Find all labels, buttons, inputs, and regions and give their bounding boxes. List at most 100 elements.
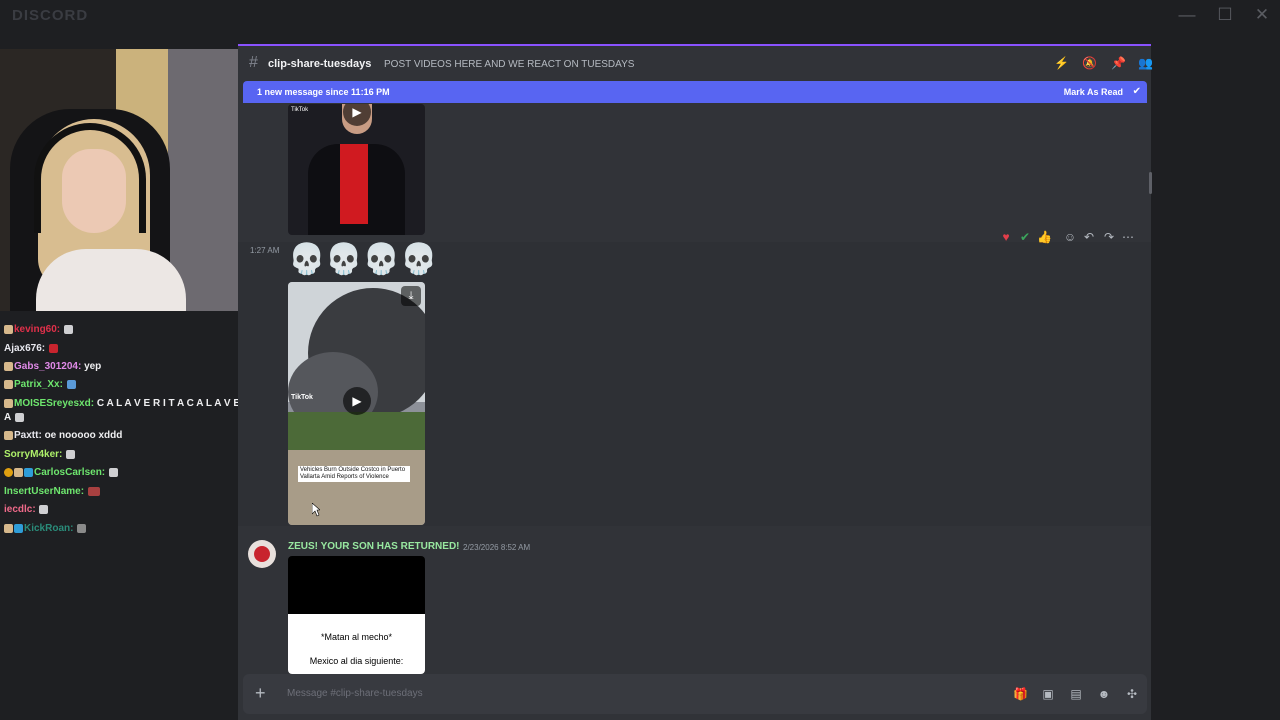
sub-badge-icon [4,523,13,533]
emoji-icon[interactable]: ☻ [1097,687,1111,701]
window-titlebar: DISCORD — ☐ ✕ [0,0,1280,32]
chat-message: yep [84,361,102,372]
scrollbar[interactable] [1149,172,1152,194]
chat-line: Gabs_301204: yep [4,360,101,374]
chat-line: InsertUserName: [4,485,101,499]
headset [34,123,146,233]
emote-icon [87,486,100,496]
chat-line: KickRoan: [4,522,87,536]
emote-icon [39,504,49,514]
check-reaction-icon[interactable]: ✔ [1018,230,1032,244]
chat-line: Paxtt: oe nooooo xddd [4,429,122,443]
emote-icon [108,467,118,477]
reply-icon[interactable]: ↶ [1082,230,1096,244]
message-date: 2/23/2026 8:52 AM [463,543,531,552]
chat-line: CarlosCarlsen: [4,466,119,480]
video-text-line: *Matan al mecho* [320,632,393,642]
chat-line: MOISESreyesxd: C A L A V E R I T A C A L… [4,397,264,411]
new-messages-banner[interactable]: 1 new message since 11:16 PM Mark As Rea… [243,81,1147,103]
new-messages-text: 1 new message since 11:16 PM [257,87,390,97]
gift-badge-icon [14,523,23,533]
video-attachment[interactable]: TikTok ▶ [288,104,425,235]
video-trees [288,412,425,452]
mark-as-read-button[interactable]: Mark As Read [1064,87,1123,97]
threads-icon[interactable]: ⚡ [1054,56,1069,70]
sub-badge-icon [4,379,13,389]
sub-badge-icon [4,398,13,408]
maximize-button[interactable]: ☐ [1212,4,1238,26]
emote-icon [63,324,73,334]
channel-hash-icon: # [249,54,258,71]
sub-badge-icon [4,361,13,371]
emote-icon [66,449,76,459]
forward-icon[interactable]: ↷ [1102,230,1116,244]
thumbsup-reaction-icon[interactable]: 👍 [1037,230,1052,244]
video-attachment[interactable]: TikTok Vehicles Burn Outside Costco in P… [288,282,425,525]
emote-icon [77,523,87,533]
chat-username: SorryM4ker: [4,449,63,460]
channel-topic[interactable]: POST VIDEOS HERE AND WE REACT ON TUESDAY… [384,59,634,70]
tiktok-watermark: TikTok [291,394,313,401]
add-reaction-icon[interactable]: ☺ [1063,230,1077,244]
chat-username: Ajax676: [4,343,46,354]
chat-line: iecdlc: [4,503,49,517]
notification-bell-icon[interactable]: 🔕 [1082,56,1097,70]
video-text-line: Mexico al dia siguiente: [309,656,404,666]
chat-username: keving60: [14,324,61,335]
app-logo: DISCORD [12,7,89,24]
video-caption: Vehicles Burn Outside Costco in Puerto V… [298,466,410,482]
avatar-icon [254,546,270,562]
close-button[interactable]: ✕ [1249,4,1275,26]
chat-username: KickRoan: [24,523,74,534]
sub-badge-icon [4,324,13,334]
more-options-icon[interactable]: ⋯ [1121,230,1135,244]
chat-username: CarlosCarlsen: [34,467,106,478]
mouse-cursor-icon [312,503,320,517]
chat-username: Paxtt: [14,430,42,441]
heart-reaction-icon[interactable]: ♥ [999,230,1013,244]
message-timestamp: 1:27 AM [250,246,280,255]
sticker-icon[interactable]: ▤ [1069,687,1083,701]
apps-icon[interactable]: ✣ [1125,687,1139,701]
chat-username: Patrix_Xx: [14,379,63,390]
member-list-icon[interactable]: 👥 [1138,56,1153,70]
chat-line: Ajax676: [4,342,59,356]
chat-username: Gabs_301204: [14,361,82,372]
streamer-body [36,249,186,311]
chat-message: oe nooooo xddd [44,430,123,441]
mark-read-icon: ✔ [1132,86,1141,97]
webcam-overlay [0,49,238,311]
avatar[interactable] [248,540,276,568]
download-icon[interactable]: ⤓ [401,286,421,306]
play-icon[interactable]: ▶ [343,387,371,415]
chat-line: Patrix_Xx: [4,378,77,392]
discord-app: # clip-share-tuesdays POST VIDEOS HERE A… [238,44,1153,720]
gift-badge-icon [24,467,33,477]
stream-chat: keving60: Ajax676: Gabs_301204: yep Patr… [0,306,264,546]
sub-badge-icon [14,467,23,477]
chat-username: iecdlc: [4,504,36,515]
emote-icon [66,379,76,389]
message-input[interactable]: Message #clip-share-tuesdays [287,688,423,699]
video-subject-shirt [340,144,368,224]
message-list[interactable]: TikTok ▶ 1:27 AM 💀💀💀💀 TikTok Vehicles Bu… [238,104,1151,674]
chat-username: MOISESreyesxd: [14,398,95,409]
channel-header: # clip-share-tuesdays POST VIDEOS HERE A… [238,46,1153,80]
bits-badge-icon [4,467,13,477]
video-attachment[interactable]: *Matan al mecho* Mexico al dia siguiente… [288,556,425,674]
chat-line: A [4,411,25,425]
chat-username: A [4,412,11,423]
emote-icon [14,412,24,422]
pin-icon[interactable]: 📌 [1111,56,1126,70]
gif-icon[interactable]: ▣ [1041,687,1055,701]
message-author[interactable]: ZEUS! YOUR SON HAS RETURNED! [288,541,460,552]
message-composer[interactable]: + Message #clip-share-tuesdays 🎁 ▣ ▤ ☻ ✣ [243,674,1147,714]
channel-name[interactable]: clip-share-tuesdays [268,58,371,70]
gift-icon[interactable]: 🎁 [1013,687,1028,701]
tiktok-watermark: TikTok [291,107,309,113]
sub-badge-icon [4,430,13,440]
minimize-button[interactable]: — [1174,4,1200,26]
add-attachment-icon[interactable]: + [255,683,266,704]
emote-icon [48,343,58,353]
message-actions-toolbar: ♥ ✔ 👍 ☺ ↶ ↷ ⋯ [992,225,1135,249]
